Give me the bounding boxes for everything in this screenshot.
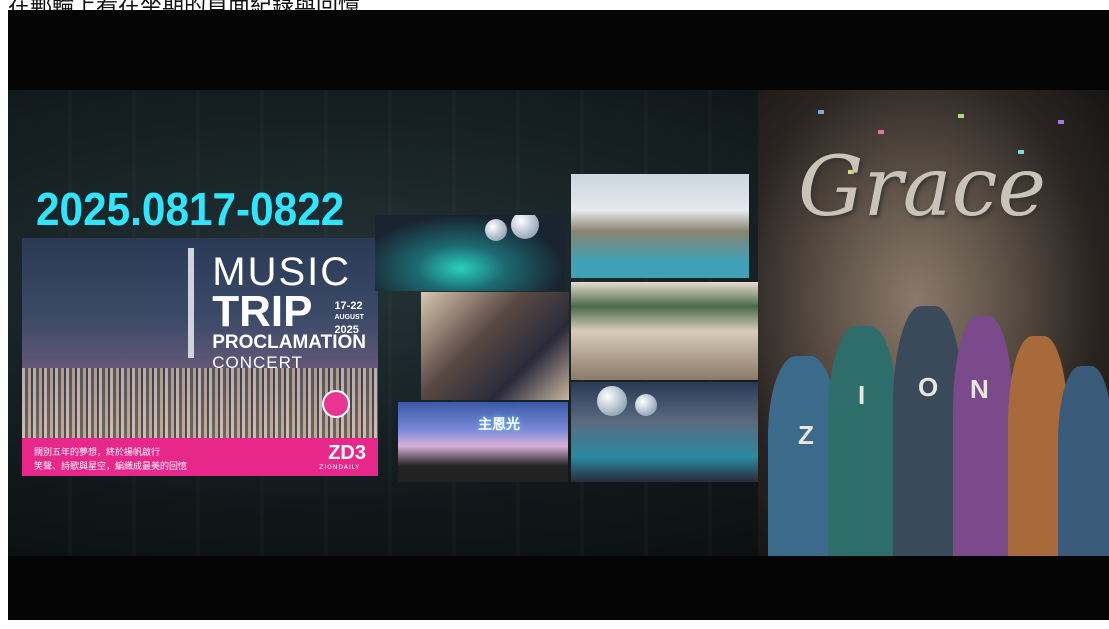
poster-date-range: 17-22 — [334, 300, 363, 312]
banner-image: 2025.0817-0822 MUSIC TRIP PROCLAMATION C… — [8, 90, 1109, 556]
grace-word: Grace — [798, 140, 1047, 235]
dome-icon — [485, 219, 507, 241]
video-frame[interactable]: 2025.0817-0822 MUSIC TRIP PROCLAMATION C… — [8, 10, 1109, 620]
concert-word: CONCERT — [212, 353, 303, 372]
confetti — [878, 130, 884, 134]
cartoon-person — [953, 316, 1013, 556]
photo-night-pool — [571, 382, 761, 482]
ziondaily-logo-text: ZIONDAILY — [319, 464, 360, 471]
zion-letter-i: I — [858, 380, 866, 410]
photo-people-indoor — [421, 292, 569, 400]
poster-month: AUGUST — [334, 314, 364, 321]
zd3-logo: ZD3 — [328, 442, 366, 464]
zion-letter-z: Z — [798, 420, 814, 450]
photo-group-atrium — [571, 282, 761, 380]
stage-title: 主恩光 — [478, 417, 520, 433]
seal-icon — [322, 390, 350, 418]
music-word: MUSIC — [212, 250, 352, 294]
poster-dates: 17-22 AUGUST 2025 — [334, 300, 364, 336]
poster-caption-bar: 闊別五年的夢想，終於揚帆啟行 笑聲、詩歌與星空，編織成最美的回憶 ZD3 ZIO… — [22, 438, 378, 476]
poster-line-2: 笑聲、詩歌與星空，編織成最美的回憶 — [34, 462, 188, 472]
concert-poster: MUSIC TRIP PROCLAMATION CONCERT 17-22 AU… — [22, 238, 378, 438]
photo-group-deck — [571, 174, 749, 278]
dome-icon — [511, 215, 539, 239]
dome-icon — [597, 386, 627, 416]
zion-letter-o: O — [918, 372, 939, 402]
event-date: 2025.0817-0822 — [36, 183, 345, 235]
poster-year: 2025 — [334, 324, 359, 336]
confetti — [958, 114, 964, 118]
cartoon-person — [1058, 366, 1109, 556]
ship-mast — [188, 248, 194, 358]
zion-letter-n: N — [970, 374, 989, 404]
confetti — [1058, 120, 1064, 124]
confetti — [818, 110, 824, 114]
poster-line-1: 闊別五年的夢想，終於揚帆啟行 — [34, 448, 161, 458]
grace-illustration: Grace Z I O N — [758, 90, 1109, 556]
dome-icon — [635, 394, 657, 416]
photo-pool-deck — [375, 215, 565, 291]
cartoon-person — [828, 326, 898, 556]
